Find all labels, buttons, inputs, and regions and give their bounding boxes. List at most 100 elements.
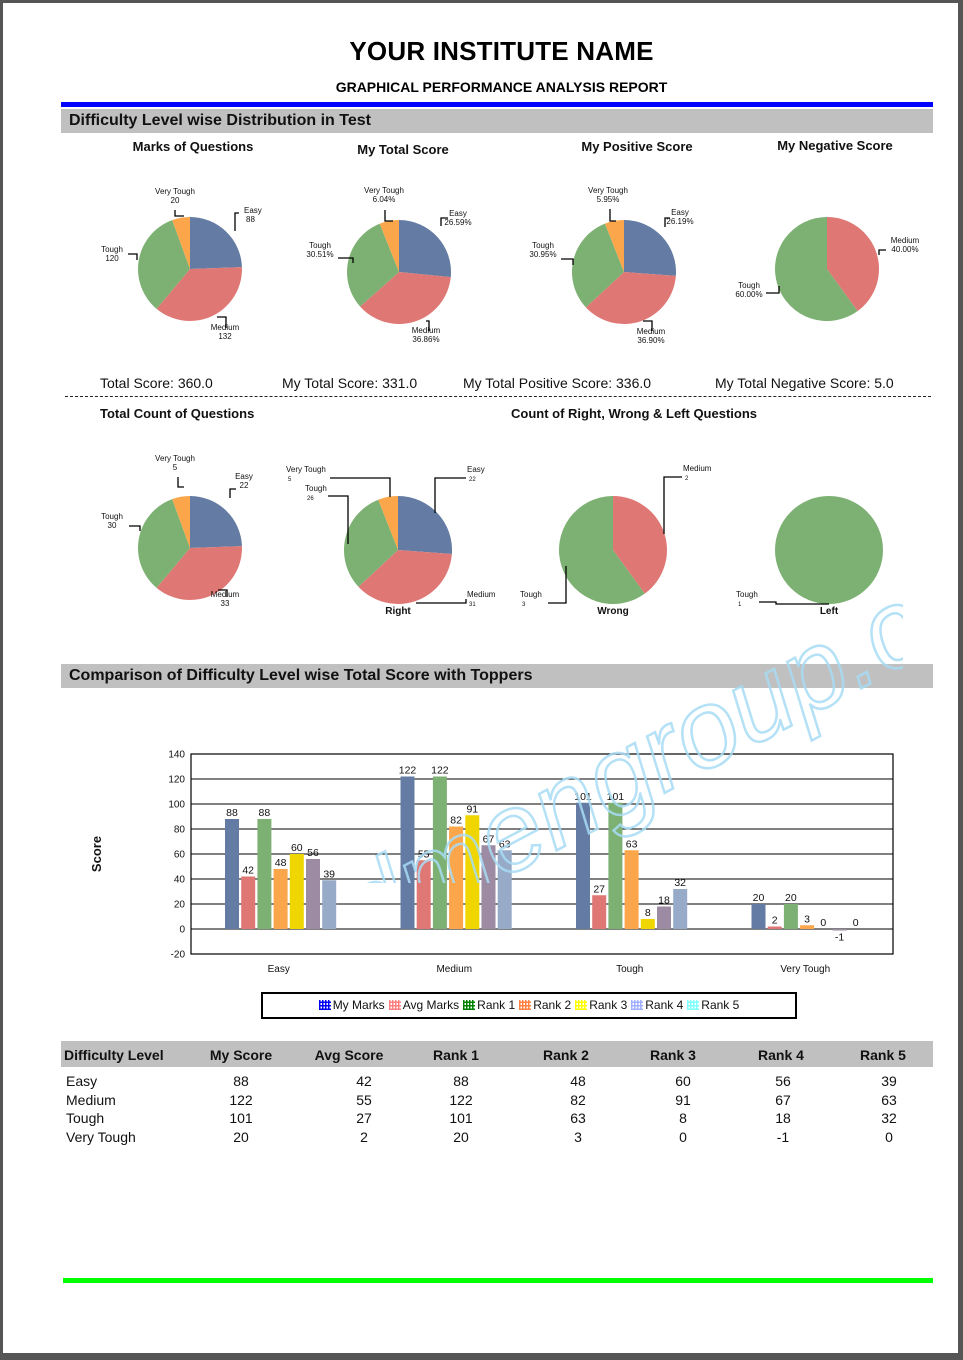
my-total-score-text: My Total Score: 331.0 xyxy=(282,375,418,391)
th-avg-score-label: Avg Score xyxy=(314,1047,384,1063)
table-cell-value: 63 xyxy=(881,1091,897,1108)
table-cell-level: Medium xyxy=(66,1091,116,1108)
bar-rank-4-easy xyxy=(306,859,320,929)
pie-value-easy: 22 xyxy=(469,477,476,483)
y-tick-label: 0 xyxy=(179,925,185,936)
my-total-negative-text: My Total Negative Score: 5.0 xyxy=(715,375,894,391)
legend-label: Rank 1 xyxy=(477,998,516,1012)
table-cell-value: 101 xyxy=(229,1110,253,1126)
pie-leader-tough xyxy=(766,286,780,294)
pie-leader-tough xyxy=(129,525,141,531)
bar-value-label: 27 xyxy=(593,883,605,895)
legend-label: My Marks xyxy=(332,998,385,1012)
table-cell-value: 67 xyxy=(775,1091,791,1108)
bar-rank-2-very-tough xyxy=(800,925,815,929)
table-cell-value: 39 xyxy=(881,1073,897,1089)
table-cell-value: 91 xyxy=(675,1091,691,1108)
legend-item-rank-3: Rank 3 xyxy=(575,998,627,1012)
pie-label-tough: Tough xyxy=(736,590,758,599)
y-tick-label: -20 xyxy=(171,950,186,961)
bar-rank-1-easy xyxy=(257,819,272,929)
pie-value-tough: 120 xyxy=(105,254,119,263)
bar-rank-3-easy xyxy=(289,854,304,929)
bar-value-label: 55 xyxy=(418,848,430,860)
bar-avg-marks-tough xyxy=(592,895,607,929)
bar-rank-5-tough xyxy=(673,889,688,929)
table-cell-level: Very Tough xyxy=(66,1128,136,1145)
x-tick-label-medium: Medium xyxy=(436,964,472,975)
bar-value-label: 67 xyxy=(483,833,495,845)
pie-label-medium: Medium xyxy=(683,464,712,473)
legend-label: Rank 2 xyxy=(533,998,572,1012)
table-cell-value: 122 xyxy=(449,1091,473,1108)
pie-value-easy: 26.19% xyxy=(666,217,693,226)
section-title-comparison: Comparison of Difficulty Level wise Tota… xyxy=(69,667,533,684)
pie-label-tough: Tough xyxy=(532,241,554,250)
pie-value-very-tough: 20 xyxy=(171,196,180,205)
bar-rank-4-medium xyxy=(481,845,496,929)
table-cell-value: 88 xyxy=(453,1073,469,1089)
pie-label-medium: Medium xyxy=(637,327,666,336)
bar-my-marks-medium xyxy=(400,776,415,929)
table-cell-value: 122 xyxy=(229,1091,253,1108)
subsection-right-wrong-left: Count of Right, Wrong & Left Questions xyxy=(511,406,758,421)
pie-value-medium: 40.00% xyxy=(891,245,918,254)
pie-slice-easy xyxy=(624,220,676,276)
pie-label-very-tough: Very Tough xyxy=(155,454,195,463)
table-cell-value: 0 xyxy=(679,1128,687,1145)
pie-label-tough: Tough xyxy=(738,281,760,290)
table-row: Easy 88 42 88 48 60 56 39 xyxy=(61,1073,933,1091)
bar-rank-4-tough xyxy=(657,906,671,929)
pie-value-tough: 30.95% xyxy=(529,250,556,259)
pie-value-tough: 30 xyxy=(108,521,117,530)
table-row: Medium 122 55 122 82 91 67 63 xyxy=(61,1092,933,1110)
pie-slice-easy xyxy=(398,496,452,555)
bar-avg-marks-easy xyxy=(241,876,256,929)
pie-leader-easy xyxy=(234,212,239,231)
dotted-divider xyxy=(65,396,931,397)
table-cell-value: 63 xyxy=(570,1110,586,1126)
y-tick-label: 80 xyxy=(174,825,186,836)
table-cell-value: 2 xyxy=(360,1128,368,1145)
bar-rank-1-medium xyxy=(432,776,447,929)
pie-leader-tough xyxy=(561,258,574,265)
x-tick-label-very-tough: Very Tough xyxy=(780,964,830,975)
bar-rank-1-tough xyxy=(608,802,623,929)
th-my-score-label: My Score xyxy=(209,1047,273,1063)
pie-leader-easy xyxy=(229,488,236,498)
bar-rank-2-tough xyxy=(624,850,639,929)
pie-value-medium: 31 xyxy=(469,602,476,608)
pie-value-medium: 33 xyxy=(221,599,230,608)
th-rank-3-label: Rank 3 xyxy=(650,1047,696,1063)
table-cell-value: 32 xyxy=(881,1110,897,1126)
bar-value-label: 8 xyxy=(645,907,651,919)
bar-value-label: 101 xyxy=(574,791,592,803)
pie-label-tough: Tough xyxy=(305,484,327,493)
bar-group-very-tough: 202203 0-10 xyxy=(751,892,859,943)
bar-rank-3-medium xyxy=(465,815,480,929)
pie-slice-easy xyxy=(399,220,452,278)
legend-item-rank-4: Rank 4 xyxy=(631,998,683,1012)
bar-value-label: 122 xyxy=(399,765,417,777)
bar-value-label: 2 xyxy=(772,915,778,927)
th-rank-1-label: Rank 1 xyxy=(433,1047,479,1063)
bar-value-label: 88 xyxy=(226,807,238,819)
bar-rank-5-easy xyxy=(322,880,337,929)
pie-caption-right: Right xyxy=(385,606,411,617)
pie-value-tough: 26 xyxy=(307,496,314,502)
y-tick-label: 140 xyxy=(168,750,185,761)
pie-leader-very-tough xyxy=(384,210,393,222)
bar-value-label: 60 xyxy=(291,842,303,854)
pie-leader-medium xyxy=(878,249,886,255)
bar-value-label: 122 xyxy=(431,765,449,777)
report-page: YOUR INSTITUTE NAME GRAPHICAL PERFORMANC… xyxy=(3,3,958,1353)
total-score-text: Total Score: 360.0 xyxy=(100,375,213,391)
bar-value-label: 0 xyxy=(820,917,826,929)
legend-item-rank-1: Rank 1 xyxy=(463,998,515,1012)
bar-value-label: 32 xyxy=(674,877,686,889)
bar-my-marks-very-tough xyxy=(751,904,766,929)
table-cell-value: 101 xyxy=(449,1110,473,1126)
table-cell-value: 42 xyxy=(356,1073,372,1089)
pie-chart-my-positive: Easy26.19% Medium36.90% Tough30.95% Very To… xyxy=(529,186,693,345)
legend-label: Rank 4 xyxy=(645,998,684,1012)
